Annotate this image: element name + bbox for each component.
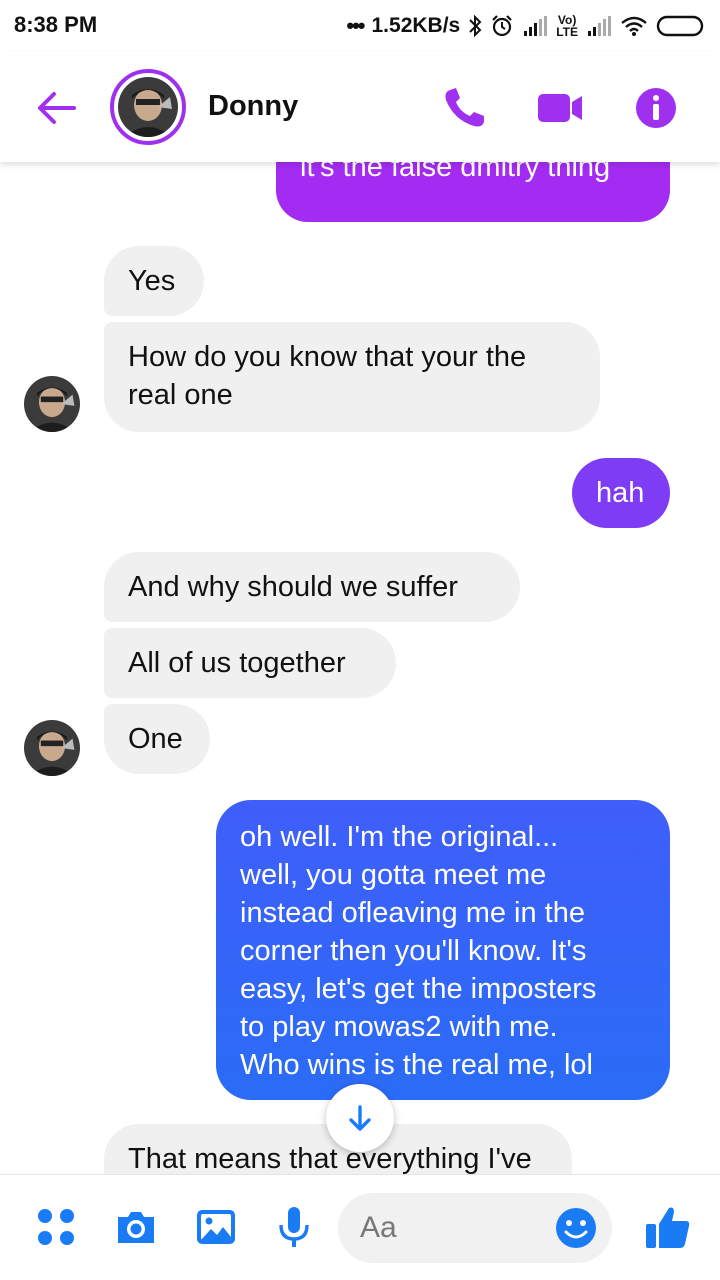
arrow-down-icon [349,1105,371,1131]
info-button[interactable] [632,86,680,130]
signal-icon [522,15,548,37]
camera-icon [118,1212,154,1243]
volte-icon: Vo) LTE [556,13,578,39]
message-input[interactable]: Aa [338,1193,612,1263]
voice-call-button[interactable] [440,86,488,130]
wifi-icon [620,15,648,37]
message-bubble-received[interactable]: How do you know that your the real one [104,322,600,432]
message-composer: Aa [0,1174,720,1280]
message-line: real one [128,379,233,411]
message-input-placeholder: Aa [360,1211,397,1244]
gallery-button[interactable] [194,1205,238,1249]
battery-icon [656,14,706,38]
message-line: to play mowas2 with me. [240,1011,558,1043]
message-line: oh well. I'm the original... [240,821,559,853]
message-text: That means that everything I've [128,1143,532,1174]
sender-avatar[interactable] [24,720,80,776]
message-line: instead ofleaving me in the [240,897,585,929]
like-button[interactable] [644,1202,690,1248]
message-text: One [128,723,183,755]
message-text: hah [596,477,645,509]
more-actions-button[interactable] [34,1205,78,1249]
chat-header: Donny [0,52,720,162]
message-line: How do you know that your the [128,341,527,373]
message-bubble-received[interactable]: One [104,704,210,774]
status-icons: ••• 1.52KB/s Vo) LTE [346,10,706,42]
back-button[interactable] [34,86,78,130]
contact-name[interactable]: Donny [208,90,298,123]
message-line: Who wins is the real me, lol [240,1049,593,1081]
message-bubble-received[interactable]: And why should we suffer [104,552,520,622]
message-bubble-received[interactable]: Yes [104,246,204,316]
message-text: Yes [128,265,176,297]
camera-button[interactable] [114,1205,158,1249]
smiley-icon [556,1208,596,1248]
emoji-button[interactable] [554,1206,598,1250]
microphone-icon [279,1207,309,1247]
message-text: it's the false dmitry thing [300,162,611,183]
status-time: 8:38 PM [14,12,98,37]
message-bubble-sent[interactable]: hah [572,458,670,528]
image-icon [197,1210,235,1244]
message-text: All of us together [128,647,346,679]
signal-2-icon [586,15,612,37]
back-arrow-icon [38,92,76,124]
message-bubble-sent[interactable]: oh well. I'm the original... well, you g… [216,800,670,1100]
avatar [118,77,178,137]
status-bar: 8:38 PM ••• 1.52KB/s Vo) LTE [0,0,720,52]
four-dots-icon [38,1209,74,1245]
message-list[interactable]: it's the false dmitry thing Yes How do y… [0,162,720,1174]
bluetooth-icon [468,14,482,38]
message-line: corner then you'll know. It's [240,935,587,967]
microphone-button[interactable] [272,1205,316,1249]
info-icon [636,88,676,128]
network-speed: 1.52KB/s [371,14,461,37]
contact-avatar[interactable] [110,69,186,145]
scroll-to-bottom-button[interactable] [326,1084,394,1152]
video-call-button[interactable] [536,86,584,130]
video-camera-icon [538,94,582,122]
message-bubble-received[interactable]: All of us together [104,628,396,698]
phone-icon [445,88,484,127]
alarm-icon [490,14,514,38]
message-text: And why should we suffer [128,571,458,603]
message-bubble-sent[interactable]: it's the false dmitry thing [276,162,670,222]
message-line: easy, let's get the imposters [240,973,597,1005]
dots-icon: ••• [346,13,365,38]
sender-avatar[interactable] [24,376,80,432]
thumbs-up-icon [646,1207,690,1248]
message-line: well, you gotta meet me [240,859,547,891]
